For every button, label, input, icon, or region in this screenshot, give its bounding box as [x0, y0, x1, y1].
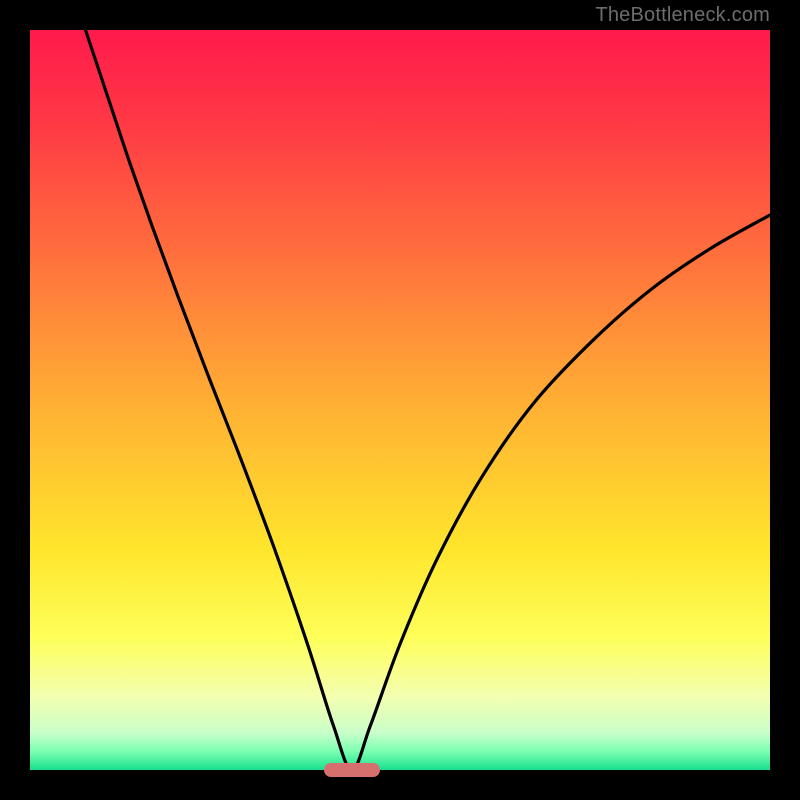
bottleneck-curve [30, 30, 770, 770]
chart-frame: TheBottleneck.com [0, 0, 800, 800]
watermark-text: TheBottleneck.com [595, 4, 770, 27]
plot-area [30, 30, 770, 770]
minimum-marker [324, 763, 380, 777]
